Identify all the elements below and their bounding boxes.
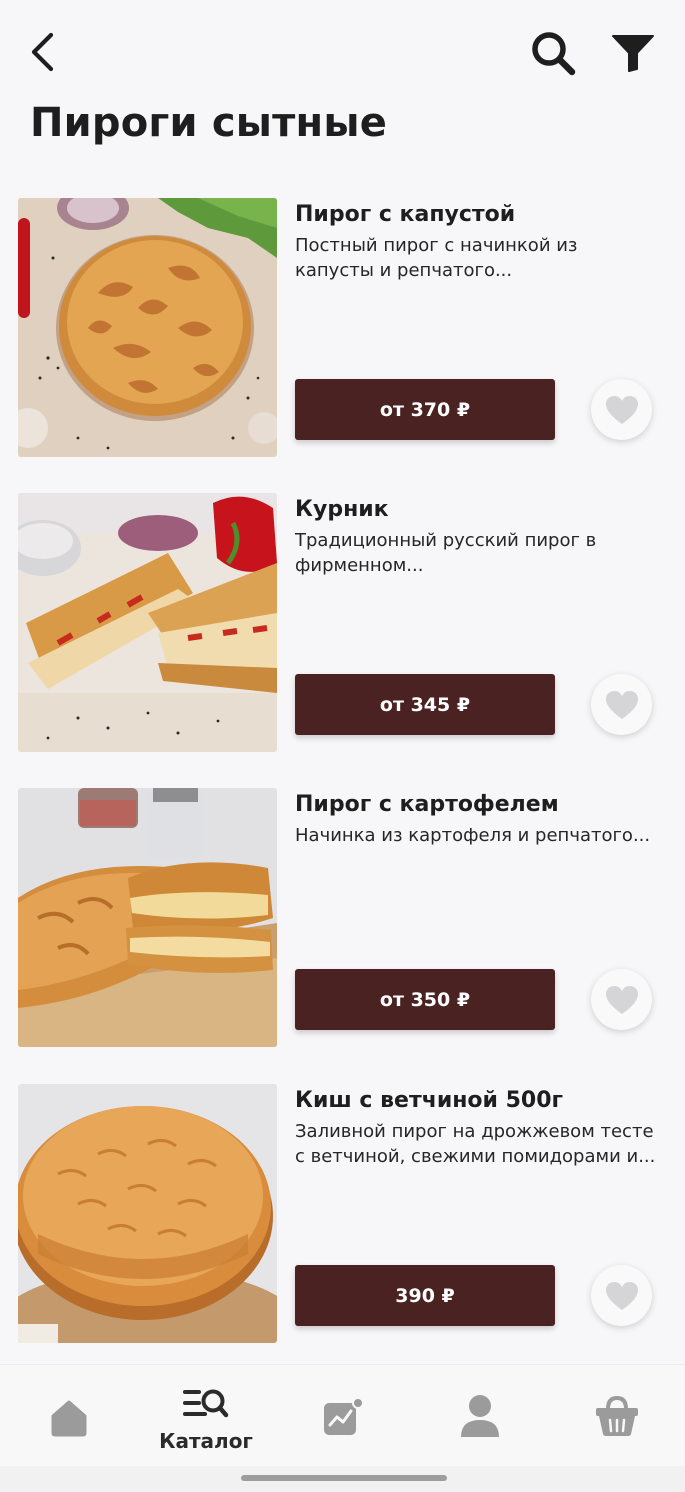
page-title: Пироги сытные xyxy=(30,100,388,146)
product-title: Курник xyxy=(295,497,389,522)
product-title: Пирог с капустой xyxy=(295,202,516,227)
price-button[interactable]: от 345 ₽ xyxy=(295,674,555,735)
heart-icon xyxy=(605,395,638,424)
favorite-button[interactable] xyxy=(591,379,652,440)
bottom-navigation: Каталог xyxy=(0,1364,685,1466)
back-button[interactable] xyxy=(22,30,62,74)
favorite-button[interactable] xyxy=(591,969,652,1030)
nav-label-catalog: Каталог xyxy=(159,1429,253,1453)
product-card[interactable]: Пирог с картофелем Начинка из картофеля … xyxy=(0,788,685,1048)
search-button[interactable] xyxy=(528,28,578,78)
product-image[interactable] xyxy=(18,198,277,457)
product-card[interactable]: Пирог с капустой Постный пирог с начинко… xyxy=(0,198,685,458)
filter-button[interactable] xyxy=(608,28,658,78)
nav-item-promo[interactable] xyxy=(288,1365,398,1467)
home-indicator[interactable] xyxy=(241,1475,447,1481)
product-image[interactable] xyxy=(18,1084,277,1343)
price-button[interactable]: 390 ₽ xyxy=(295,1265,555,1326)
product-image[interactable] xyxy=(18,493,277,752)
nav-item-profile[interactable] xyxy=(425,1365,535,1467)
product-card[interactable]: Киш с ветчиной 500г Заливной пирог на др… xyxy=(0,1084,685,1344)
heart-icon xyxy=(605,1281,638,1310)
product-image[interactable] xyxy=(18,788,277,1047)
favorite-button[interactable] xyxy=(591,1265,652,1326)
profile-icon xyxy=(461,1395,499,1437)
nav-item-cart[interactable] xyxy=(562,1365,672,1467)
product-title: Киш с ветчиной 500г xyxy=(295,1088,564,1113)
heart-icon xyxy=(605,690,638,719)
catalog-search-icon xyxy=(183,1389,229,1418)
product-description: Начинка из картофеля и репчатого... xyxy=(295,825,651,846)
product-description: Традиционный русский пирог в фирменном..… xyxy=(295,530,597,576)
back-arrow-icon xyxy=(31,32,54,72)
product-description: Постный пирог с начинкой из капусты и ре… xyxy=(295,235,578,281)
product-card[interactable]: Курник Традиционный русский пирог в фирм… xyxy=(0,493,685,753)
home-icon xyxy=(51,1400,87,1437)
nav-item-catalog[interactable]: Каталог xyxy=(151,1365,261,1467)
heart-icon xyxy=(605,985,638,1014)
price-button[interactable]: от 350 ₽ xyxy=(295,969,555,1030)
search-icon xyxy=(532,32,576,76)
promo-chart-icon xyxy=(324,1397,364,1435)
price-button[interactable]: от 370 ₽ xyxy=(295,379,555,440)
system-navigation-bar xyxy=(0,1466,685,1492)
top-bar xyxy=(0,0,685,100)
basket-icon xyxy=(596,1395,638,1436)
product-description: Заливной пирог на дрожжевом тесте с ветч… xyxy=(295,1121,656,1167)
favorite-button[interactable] xyxy=(591,674,652,735)
nav-item-home[interactable] xyxy=(14,1365,124,1467)
filter-icon xyxy=(612,35,654,72)
product-title: Пирог с картофелем xyxy=(295,792,559,817)
